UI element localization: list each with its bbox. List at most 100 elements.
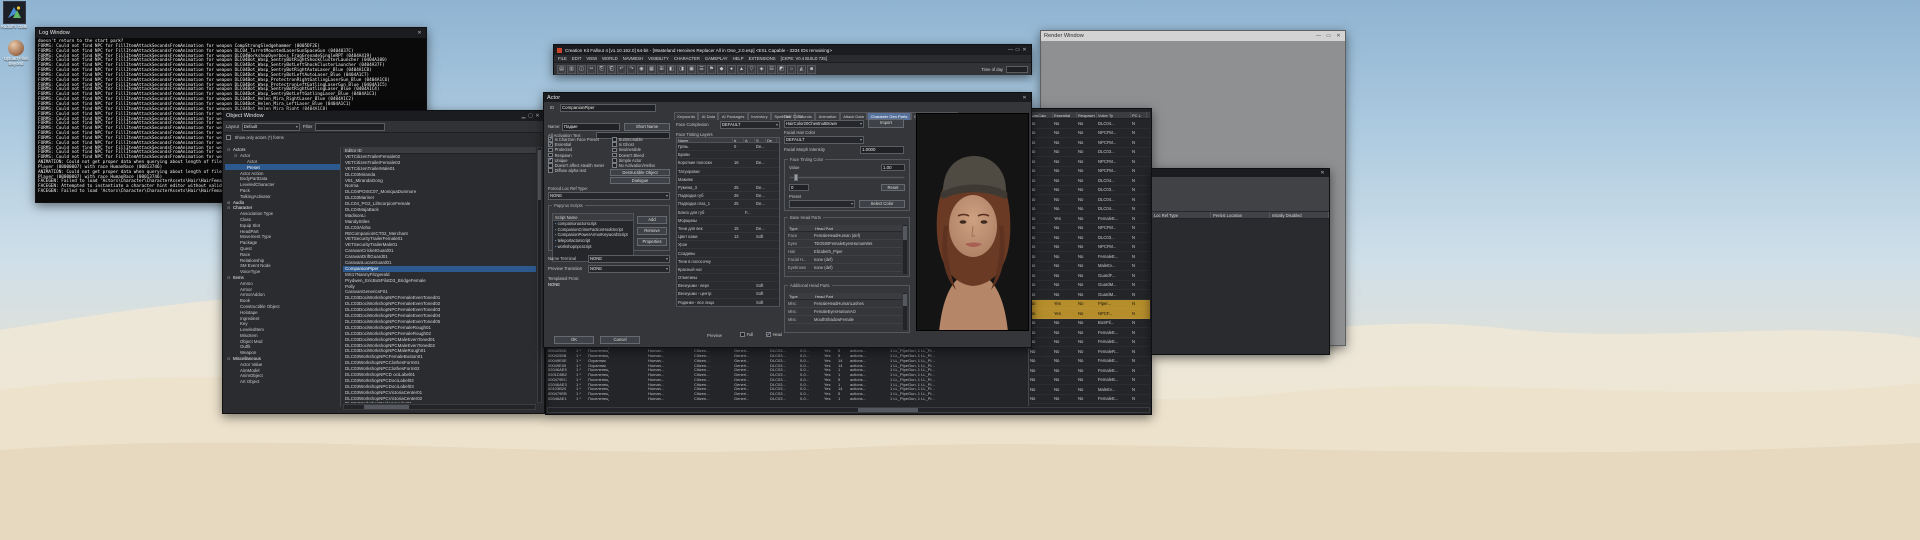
window-button[interactable]: ▁ xyxy=(520,113,527,119)
tint-row[interactable]: Урон xyxy=(677,241,779,249)
slider-thumb[interactable] xyxy=(794,174,798,181)
destructible-object-button[interactable]: Destructible Object xyxy=(610,169,670,176)
menu-item[interactable]: GAMEPLAY xyxy=(705,56,728,61)
column-header[interactable]: Initially Disabled xyxy=(1270,212,1329,218)
head-part-row[interactable]: Facial H...none (def) xyxy=(788,256,902,264)
column-header[interactable]: S xyxy=(755,138,766,142)
table-row[interactable]: NoNoNoGuardM...N xyxy=(1029,281,1150,291)
tint-row[interactable]: Брови xyxy=(677,151,779,159)
window-button[interactable]: ✕ xyxy=(534,113,541,119)
script-button[interactable]: Add xyxy=(637,216,667,224)
checkbox[interactable] xyxy=(612,158,617,163)
column-header[interactable]: Head Part xyxy=(814,293,902,299)
flag-checkbox-row[interactable]: No Activation/Hellos xyxy=(612,163,672,168)
checkbox[interactable] xyxy=(612,137,617,142)
menu-item[interactable]: EXTENSIONS xyxy=(749,56,776,61)
menu-item[interactable]: EDIT xyxy=(572,56,582,61)
ck-titlebar[interactable]: Creation Kit Fallout 4 [v1.10.162.0] 64-… xyxy=(554,45,1031,55)
name-input[interactable]: Падме xyxy=(562,123,620,131)
tint-row[interactable]: Отметины xyxy=(677,274,779,282)
locwin-titlebar[interactable]: ✕ xyxy=(1152,169,1329,177)
table-row[interactable]: 02046AE11 *ПоселенецHuman...Citizen...Ge… xyxy=(548,396,1031,401)
checkbox[interactable] xyxy=(226,135,231,140)
tint-row[interactable]: Татуировки xyxy=(677,168,779,176)
toolbar-icon[interactable]: ◧ xyxy=(667,65,676,74)
desktop-icon-2[interactable]: Upload Files Beyond xyxy=(0,40,33,67)
toolbar-icon[interactable]: ◩ xyxy=(777,65,786,74)
tint-row[interactable]: Цвет кожи13Soft xyxy=(677,233,779,241)
toolbar-icon[interactable]: ● xyxy=(727,65,736,74)
toolbar-icon[interactable]: ◆ xyxy=(717,65,726,74)
toolbar-icon[interactable]: ⊞ xyxy=(657,65,666,74)
face-complexion-select[interactable]: DEFAULT xyxy=(720,121,780,129)
table-row[interactable]: NoNoNoFemaleE...N xyxy=(1029,252,1150,262)
menu-item[interactable]: VISIBILITY xyxy=(648,56,669,61)
tint-row[interactable]: Морщины xyxy=(677,217,779,225)
script-button[interactable]: Properties xyxy=(637,238,667,246)
select-color-button[interactable]: Select Color xyxy=(859,200,905,208)
toolbar-icon[interactable]: ⎗ xyxy=(607,65,616,74)
table-row[interactable]: NoNoNoDLC04...N xyxy=(1029,195,1150,205)
tint-row[interactable]: Румяна_325De... xyxy=(677,184,779,192)
tint-row[interactable]: Красный нос xyxy=(677,266,779,274)
toolbar-icon[interactable]: ◨ xyxy=(677,65,686,74)
script-button[interactable]: Remove xyxy=(637,227,667,235)
menu-item[interactable]: CHARACTER xyxy=(674,56,700,61)
table-row[interactable]: NoNoNoFemaleE...N xyxy=(1029,366,1150,376)
import-button[interactable]: Import xyxy=(868,119,904,128)
scrollbar-thumb[interactable] xyxy=(858,408,918,412)
table-row[interactable]: NoNoNoFemaleE...N xyxy=(1029,338,1150,348)
menu-item[interactable]: WORLD xyxy=(602,56,618,61)
filter-input[interactable] xyxy=(315,123,385,131)
checkbox[interactable] xyxy=(548,168,553,173)
toolbar-icon[interactable]: ◫ xyxy=(577,65,586,74)
toolbar-icon[interactable]: ▽ xyxy=(747,65,756,74)
table-row[interactable]: NoNoNoFemaleE...N xyxy=(1029,357,1150,367)
minimize-icon[interactable]: — xyxy=(1315,33,1322,39)
scrollbar-thumb[interactable] xyxy=(538,150,541,200)
scrollbar-thumb[interactable] xyxy=(364,405,409,409)
tint-row[interactable]: Подводка глаз_125De... xyxy=(677,200,779,208)
column-header[interactable]: Voice Ty xyxy=(1097,112,1131,118)
toolbar-icon[interactable]: ▥ xyxy=(567,65,576,74)
column-header[interactable]: # xyxy=(733,138,744,142)
cancel-button[interactable]: Cancel xyxy=(600,336,640,344)
table-row[interactable]: NoNoNoDLC04...N xyxy=(1029,176,1150,186)
name-terminal-select[interactable]: NONE xyxy=(588,255,670,263)
time-of-day-input[interactable] xyxy=(1006,66,1028,73)
tint-row[interactable]: Грязь0De... xyxy=(677,143,779,151)
reset-button[interactable]: Reset xyxy=(881,184,905,191)
menu-item[interactable]: VIEW xyxy=(586,56,597,61)
toolbar-icon[interactable]: ▤ xyxy=(557,65,566,74)
head-part-row[interactable]: FaceFemaleHeadHuman (def) xyxy=(788,232,902,240)
menu-item[interactable]: FILE xyxy=(558,56,567,61)
script-name-header[interactable]: Script Name xyxy=(552,213,634,220)
table-row[interactable]: NoNoNoDLC04...N xyxy=(1029,119,1150,129)
checkbox[interactable] xyxy=(612,163,617,168)
face-preview-viewport[interactable] xyxy=(916,113,1029,331)
table-row[interactable]: NoNoNoNPCFM...N xyxy=(1029,243,1150,253)
checkbox[interactable] xyxy=(548,142,553,147)
table-row[interactable]: NoNoNoNPCFM...N xyxy=(1029,138,1150,148)
tint-row[interactable]: Веснушки - центрSoft xyxy=(677,290,779,298)
toolbar-icon[interactable]: ⚑ xyxy=(707,65,716,74)
dialogue-button[interactable]: Dialogue xyxy=(610,177,670,184)
head-part-row[interactable]: Eyebrowsnone (def) xyxy=(788,264,902,272)
facial-hair-color-select[interactable]: DEFAULT xyxy=(784,136,864,144)
preset-select[interactable] xyxy=(789,200,855,208)
actor-titlebar[interactable]: Actor ✕ xyxy=(544,93,1031,102)
table-row[interactable]: NoNoNoMaleEv...N xyxy=(1029,385,1150,395)
layout-select[interactable]: Default xyxy=(242,123,300,131)
table-row[interactable]: NoNoNoGuardM...N xyxy=(1029,290,1150,300)
list-header[interactable]: Editor ID xyxy=(343,147,536,154)
toolbar-icon[interactable]: ■ xyxy=(807,65,816,74)
column-header[interactable]: AutoCalc xyxy=(1029,112,1053,118)
tab[interactable]: Inventory xyxy=(748,112,771,120)
checkbox[interactable] xyxy=(612,148,617,153)
table-row[interactable]: NoNoNoFemaleB...N xyxy=(1029,376,1150,386)
table-row[interactable]: NoNoNoDLC03...N xyxy=(1029,186,1150,196)
toolbar-icon[interactable]: ⎘ xyxy=(597,65,606,74)
column-header[interactable]: Head Part xyxy=(814,225,902,231)
tint-value-slider[interactable] xyxy=(789,176,905,179)
vertical-scrollbar[interactable] xyxy=(903,225,907,274)
